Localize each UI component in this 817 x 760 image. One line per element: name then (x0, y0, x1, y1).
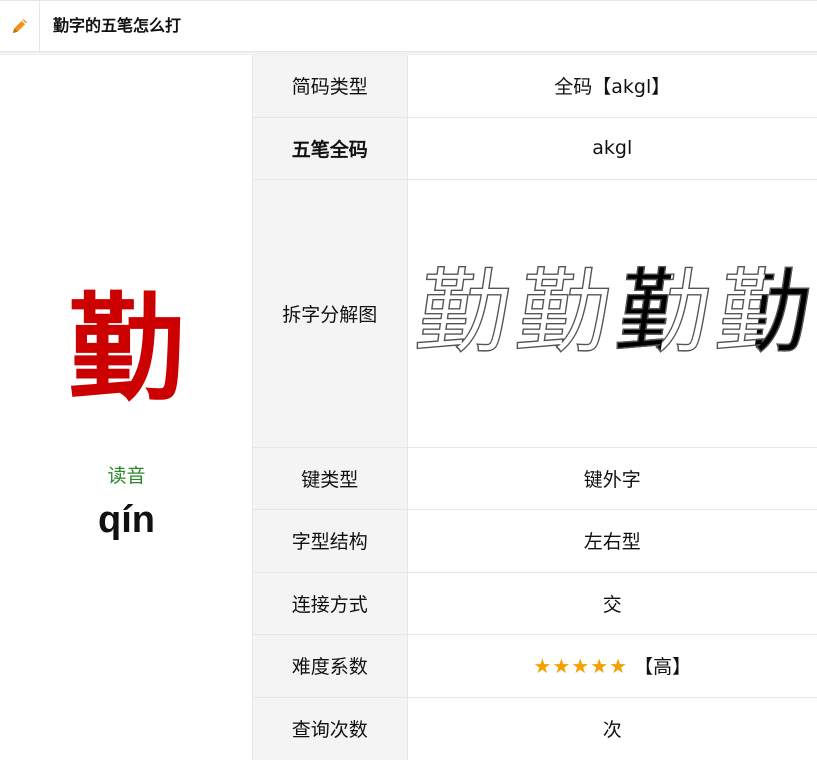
star-rating: ★★★★★ (533, 654, 629, 678)
stroke-step-2: 勤 (509, 258, 618, 366)
table-row: 五笔全码 akgl (253, 117, 817, 180)
row-key: 难度系数 (253, 634, 408, 698)
row-key: 字型结构 (253, 509, 408, 573)
character-panel: 勤 读音 qín (0, 55, 253, 760)
table-row: 连接方式 交 (253, 572, 817, 635)
row-key: 键类型 (253, 447, 408, 510)
table-row: 字型结构 左右型 (253, 509, 817, 573)
edit-button[interactable] (0, 1, 40, 51)
stroke-step-4: 勤 (709, 258, 817, 366)
character-glyph: 勤 (68, 282, 185, 417)
table-row: 拆字分解图 勤 勤 勤 勤 (253, 179, 817, 448)
decomposition-strokes: 勤 勤 勤 勤 (408, 258, 817, 366)
row-key: 简码类型 (253, 55, 408, 118)
table-row: 难度系数 ★★★★★ 【高】 (253, 634, 817, 698)
table-row: 键类型 键外字 (253, 447, 817, 510)
row-key: 查询次数 (253, 697, 408, 760)
row-value: 交 (407, 572, 817, 635)
row-value: 全码【akgl】 (407, 55, 817, 118)
stroke-step-1: 勤 (409, 258, 518, 366)
row-key: 五笔全码 (253, 117, 408, 180)
decomposition-image: 勤 勤 勤 勤 (407, 179, 817, 448)
pencil-icon (12, 19, 27, 33)
row-value: akgl (407, 117, 817, 180)
stroke-step-3: 勤 (609, 258, 718, 366)
page-header: 勤字的五笔怎么打 (0, 0, 817, 52)
row-value: 左右型 (407, 509, 817, 573)
row-key: 连接方式 (253, 572, 408, 635)
pinyin: qín (98, 499, 155, 541)
row-value: 次 (407, 697, 817, 760)
difficulty-value: ★★★★★ 【高】 (407, 634, 817, 698)
table-row: 简码类型 全码【akgl】 (253, 55, 817, 118)
wubi-info-table: 简码类型 全码【akgl】 五笔全码 akgl 拆字分解图 勤 勤 勤 勤 键类… (253, 55, 817, 760)
reading-label: 读音 (107, 465, 146, 487)
page-title: 勤字的五笔怎么打 (53, 16, 182, 35)
difficulty-level: 【高】 (634, 656, 692, 678)
row-key: 拆字分解图 (253, 179, 408, 448)
table-row: 查询次数 次 (253, 697, 817, 760)
row-value: 键外字 (407, 447, 817, 510)
